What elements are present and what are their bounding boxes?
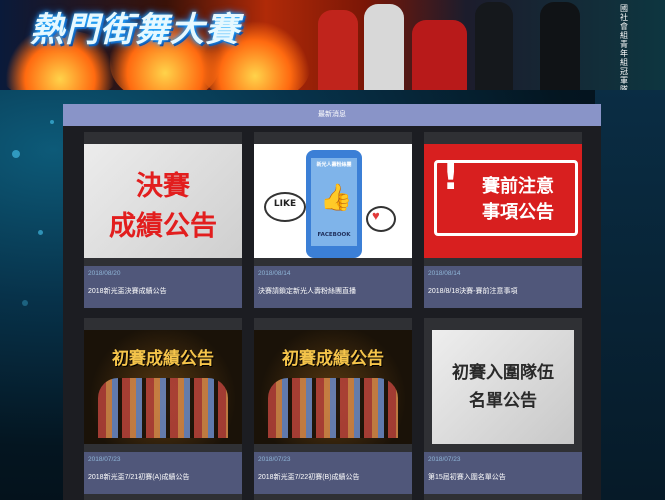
card-meta: 2018/08/14 決賽請鎖定新光人壽粉絲團直播	[254, 266, 412, 308]
section-header: 最新消息	[63, 104, 601, 126]
card-thumbnail[interactable]: 新光人壽粉絲團 👍 LIKE ♥ FACEBOOK	[254, 132, 412, 270]
news-card-partial[interactable]	[254, 494, 412, 500]
card-date: 2018/07/23	[258, 456, 291, 463]
card-date: 2018/08/14	[258, 270, 291, 277]
card-thumbnail[interactable]: 初賽入圍隊伍 名單公告	[424, 318, 582, 456]
bokeh-light	[38, 230, 43, 235]
news-card[interactable]: ! 賽前注意 事項公告 2018/08/14 2018/8/18決賽-賽前注意事…	[424, 132, 582, 308]
card-meta: 2018/07/23 2018新光盃7/21初賽(A)成績公告	[84, 452, 242, 494]
banner-title: 熱門街舞大賽	[30, 10, 240, 50]
thumbnail-image: 初賽成績公告	[254, 330, 412, 444]
image-text: FACEBOOK	[317, 232, 351, 238]
thumbs-up-icon: 👍	[320, 182, 353, 212]
dancer-figure	[318, 10, 358, 90]
card-title[interactable]: 決賽請鎖定新光人壽粉絲團直播	[258, 286, 408, 296]
thumbnail-image: 初賽成績公告	[84, 330, 242, 444]
bokeh-light	[22, 300, 28, 306]
news-card[interactable]: 初賽成績公告 2018/07/23 2018新光盃7/21初賽(A)成績公告	[84, 318, 242, 494]
image-text: 決賽	[136, 171, 190, 202]
card-meta: 2018/08/20 2018新光盃決賽成績公告	[84, 266, 242, 308]
news-card[interactable]: 初賽入圍隊伍 名單公告 2018/07/23 第15屆初賽入圍名單公告	[424, 318, 582, 494]
card-meta: 2018/07/23 2018新光盃7/22初賽(B)成績公告	[254, 452, 412, 494]
bokeh-light	[50, 120, 54, 124]
news-card[interactable]: 新光人壽粉絲團 👍 LIKE ♥ FACEBOOK 2018/08/14 決賽請…	[254, 132, 412, 308]
dancer-figure	[364, 4, 404, 90]
card-thumbnail[interactable]: 初賽成績公告	[84, 318, 242, 456]
image-text: 賽前注意	[482, 176, 554, 197]
thumbnail-image: 決賽 成績公告	[84, 144, 242, 258]
card-title[interactable]: 2018新光盃7/22初賽(B)成績公告	[258, 472, 408, 482]
thumbnail-image: 新光人壽粉絲團 👍 LIKE ♥ FACEBOOK	[254, 144, 412, 258]
thumbnail-image: 初賽入圍隊伍 名單公告	[432, 330, 574, 444]
card-meta: 2018/08/14 2018/8/18決賽-賽前注意事項	[424, 266, 582, 308]
card-thumbnail[interactable]: 決賽 成績公告	[84, 132, 242, 270]
card-title[interactable]: 2018/8/18決賽-賽前注意事項	[428, 286, 578, 296]
card-thumbnail[interactable]: ! 賽前注意 事項公告	[424, 132, 582, 270]
image-text: 初賽成績公告	[282, 349, 384, 369]
exclamation-icon: !	[442, 154, 460, 198]
image-text: 初賽入圍隊伍	[452, 363, 554, 383]
image-text: 新光人壽粉絲團	[316, 162, 352, 168]
card-title[interactable]: 2018新光盃決賽成績公告	[88, 286, 238, 296]
background-right-strip	[595, 88, 665, 500]
image-text: LIKE	[273, 199, 297, 209]
card-thumbnail[interactable]: 初賽成績公告	[254, 318, 412, 456]
card-title[interactable]: 2018新光盃7/21初賽(A)成績公告	[88, 472, 238, 482]
heart-icon: ♥	[372, 208, 380, 223]
image-text: 事項公告	[482, 202, 554, 223]
news-card-partial[interactable]	[424, 494, 582, 500]
banner-side-text: 國社會組青年組冠軍隊伍	[620, 4, 628, 90]
dancer-figure	[412, 20, 467, 90]
image-text: 名單公告	[469, 391, 537, 411]
dancer-figure	[475, 2, 513, 90]
news-card-partial[interactable]	[84, 494, 242, 500]
bokeh-light	[12, 150, 20, 158]
thumbnail-image: ! 賽前注意 事項公告	[424, 144, 582, 258]
dancers-silhouettes	[98, 378, 228, 438]
card-title[interactable]: 第15屆初賽入圍名單公告	[428, 472, 578, 482]
news-card[interactable]: 決賽 成績公告 2018/08/20 2018新光盃決賽成績公告	[84, 132, 242, 308]
heart-bubble	[366, 206, 396, 232]
dancers-silhouettes	[268, 378, 398, 438]
image-text: 初賽成績公告	[112, 349, 214, 369]
card-date: 2018/07/23	[428, 456, 461, 463]
card-date: 2018/08/20	[88, 270, 121, 277]
top-banner: 熱門街舞大賽 國社會組青年組冠軍隊伍	[0, 0, 665, 90]
dancer-figure	[540, 2, 580, 90]
news-card[interactable]: 初賽成績公告 2018/07/23 2018新光盃7/22初賽(B)成績公告	[254, 318, 412, 494]
card-date: 2018/07/23	[88, 456, 121, 463]
image-text: 成績公告	[109, 211, 217, 242]
card-date: 2018/08/14	[428, 270, 461, 277]
card-meta: 2018/07/23 第15屆初賽入圍名單公告	[424, 452, 582, 494]
